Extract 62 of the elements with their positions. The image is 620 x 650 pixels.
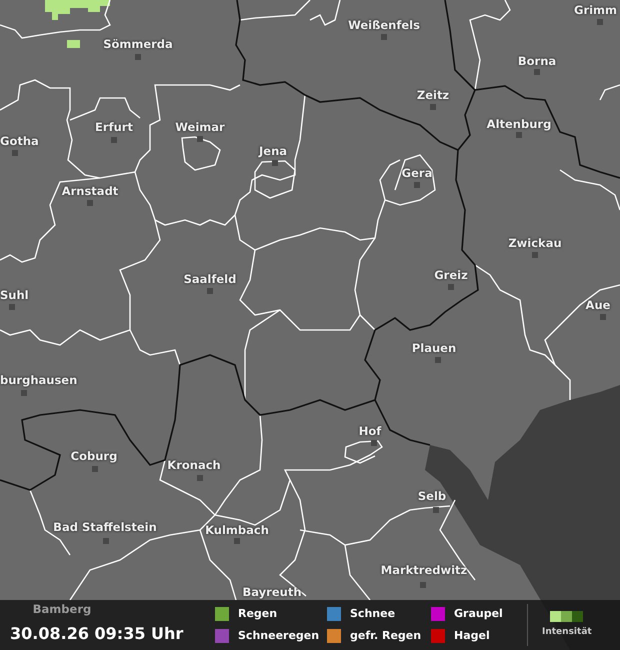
city-marker bbox=[448, 284, 454, 290]
city-label: Bayreuth bbox=[242, 587, 302, 598]
city-label: Sömmerda bbox=[103, 39, 173, 50]
city-marker bbox=[381, 34, 387, 40]
city-marker bbox=[435, 357, 441, 363]
legend-label: gefr. Regen bbox=[350, 628, 422, 644]
city-label: Hof bbox=[358, 426, 382, 438]
legend-label: Schnee bbox=[350, 606, 396, 622]
city-label: Arnstadt bbox=[62, 186, 118, 198]
city-label: Gera bbox=[402, 168, 432, 180]
legend-label: Graupel bbox=[454, 606, 503, 622]
city-label: Selb bbox=[418, 491, 446, 502]
intensity-label: Intensität bbox=[542, 626, 592, 639]
city-label: Suhl bbox=[0, 290, 29, 302]
city-label: Kronach bbox=[167, 460, 221, 472]
city-marker bbox=[430, 104, 436, 110]
city-label: Weißenfels bbox=[348, 20, 420, 32]
city-marker bbox=[420, 582, 426, 588]
city-marker bbox=[234, 538, 240, 544]
city-marker bbox=[21, 390, 27, 396]
city-label: Bamberg bbox=[32, 604, 92, 616]
city-label: Jena bbox=[258, 146, 288, 158]
city-marker bbox=[534, 69, 540, 75]
city-label: burghausen bbox=[0, 375, 78, 386]
city-label: Zeitz bbox=[416, 90, 450, 102]
city-marker bbox=[516, 132, 522, 138]
city-marker bbox=[207, 288, 213, 294]
city-label: Altenburg bbox=[486, 119, 552, 130]
city-label: Borna bbox=[518, 56, 556, 68]
city-label: Kulmbach bbox=[205, 525, 269, 536]
legend-label: Regen bbox=[238, 606, 278, 622]
legend-label: Hagel bbox=[454, 628, 490, 644]
city-marker bbox=[103, 538, 109, 544]
city-marker bbox=[197, 136, 203, 142]
city-label: Plauen bbox=[412, 343, 456, 354]
city-marker bbox=[532, 252, 538, 258]
city-marker bbox=[12, 150, 18, 156]
timestamp: 30.08.26 09:35 Uhr bbox=[9, 623, 184, 645]
city-marker bbox=[371, 440, 377, 446]
city-label: Aue bbox=[586, 300, 610, 312]
city-marker bbox=[92, 466, 98, 472]
city-marker bbox=[433, 507, 439, 513]
city-label: Grimm bbox=[574, 5, 618, 16]
city-marker bbox=[414, 182, 420, 188]
city-marker bbox=[272, 160, 278, 166]
city-marker bbox=[600, 314, 606, 320]
city-label: Saalfeld bbox=[184, 274, 236, 286]
city-label: Zwickau bbox=[508, 238, 562, 250]
city-marker bbox=[135, 54, 141, 60]
city-label: Weimar bbox=[175, 122, 225, 134]
city-marker bbox=[111, 137, 117, 143]
legend-label: Schneeregen bbox=[238, 628, 320, 644]
city-label: Bad Staffelstein bbox=[53, 522, 157, 534]
city-label: Marktredwitz bbox=[380, 565, 468, 576]
city-marker bbox=[87, 200, 93, 206]
city-label: Erfurt bbox=[95, 122, 133, 134]
city-marker bbox=[9, 304, 15, 310]
city-label: Greiz bbox=[434, 270, 468, 282]
city-marker bbox=[197, 475, 203, 481]
city-label: Gotha bbox=[0, 136, 39, 148]
city-label: Coburg bbox=[70, 451, 118, 462]
city-marker bbox=[597, 19, 603, 25]
